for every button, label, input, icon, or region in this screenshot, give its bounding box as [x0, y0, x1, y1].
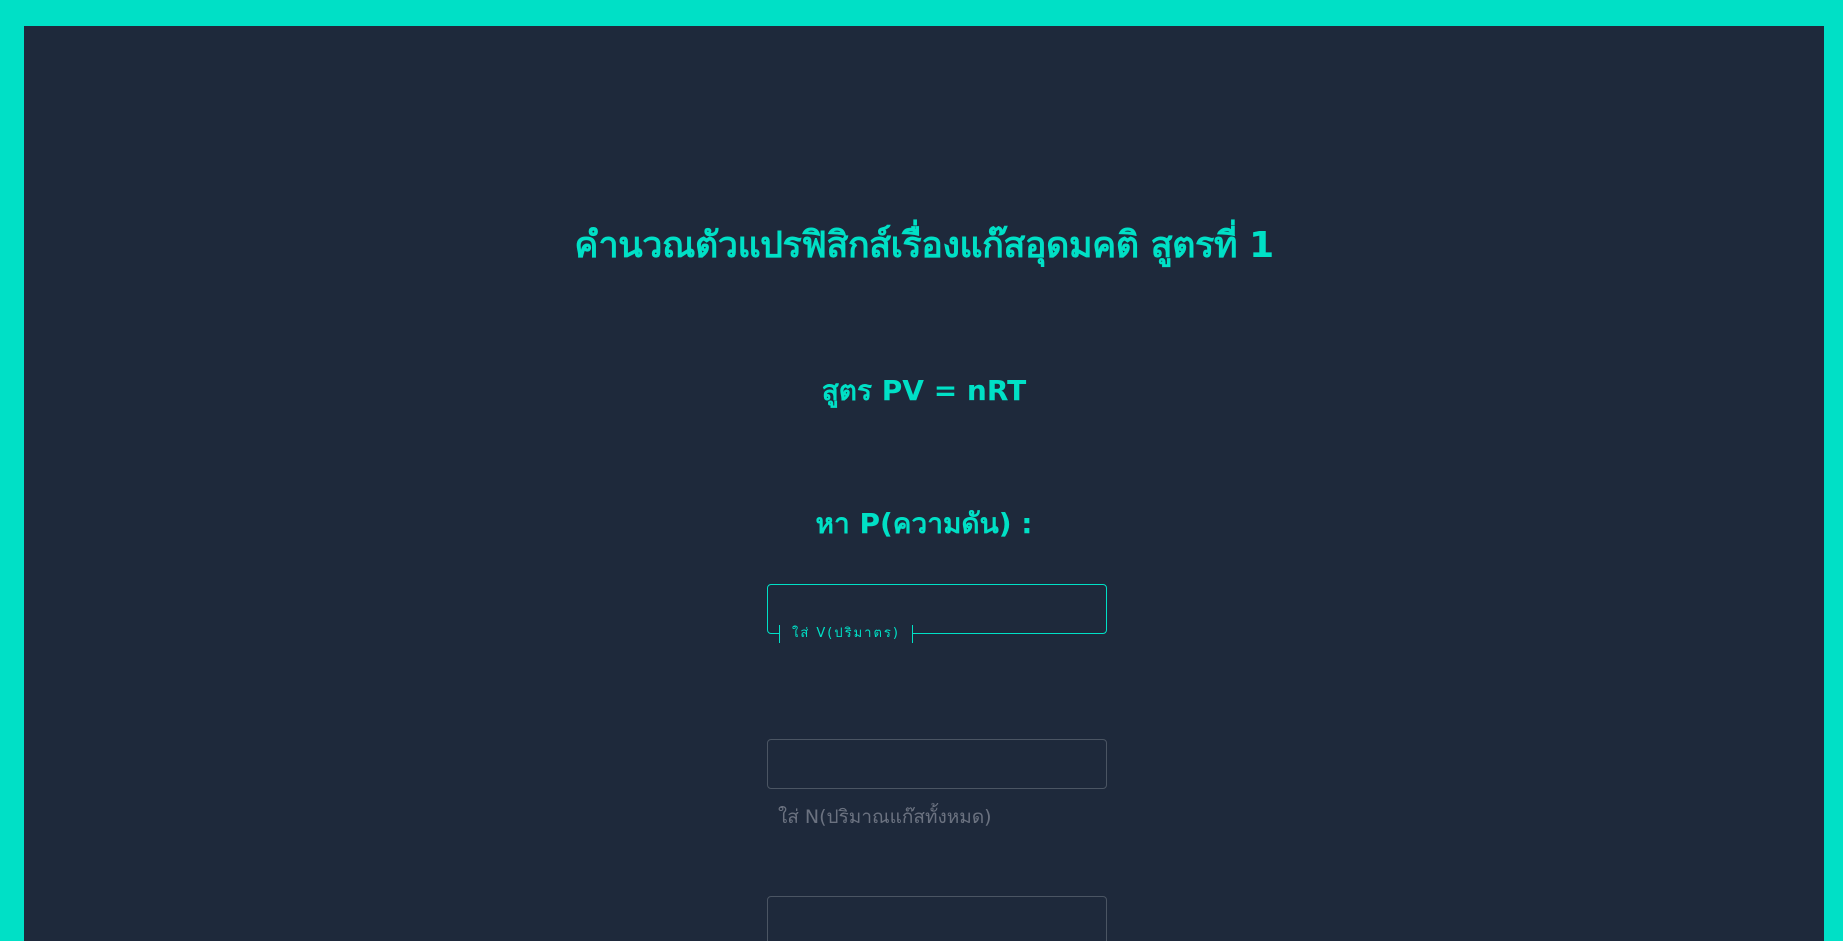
page-title: คำนวณตัวแปรฟิสิกส์เรื่องแก๊สอุดมคติ สูตร…: [574, 225, 1274, 266]
main-panel: คำนวณตัวแปรฟิสิกส์เรื่องแก๊สอุดมคติ สูตร…: [24, 26, 1824, 941]
temperature-input[interactable]: [767, 896, 1107, 941]
find-pressure-heading: หา P(ความดัน) :: [815, 507, 1033, 540]
volume-input-label: ใส่ V(ปริมาตร): [779, 625, 913, 643]
gas-amount-input-label: ใส่ N(ปริมาณแก๊สทั้งหมด): [778, 806, 992, 828]
gas-amount-input[interactable]: [767, 739, 1107, 789]
formula-heading: สูตร PV = nRT: [821, 374, 1027, 407]
